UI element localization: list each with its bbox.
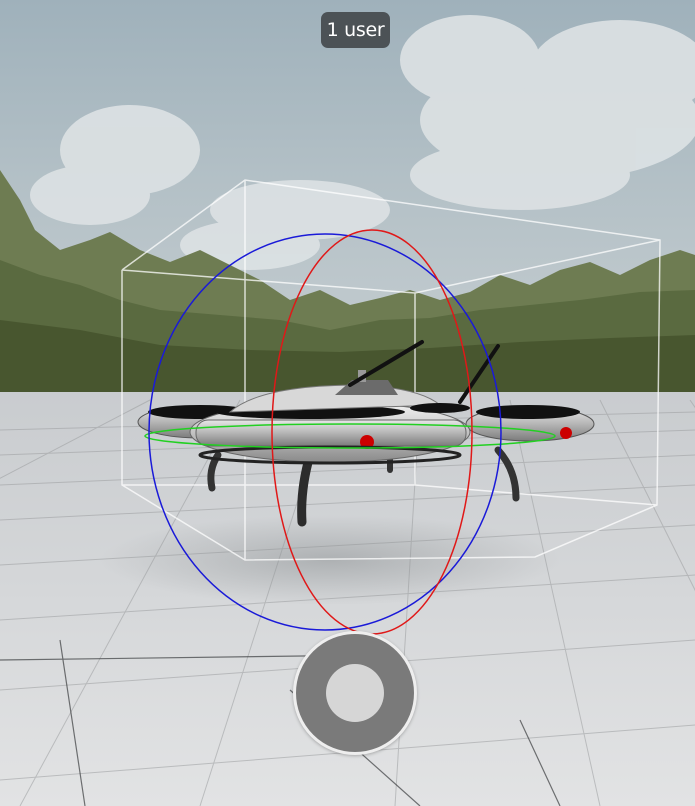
- user-count-badge: 1 user: [321, 12, 390, 48]
- red-light: [560, 427, 572, 439]
- ar-mode-button[interactable]: [293, 631, 417, 755]
- ar-ring-icon: [326, 664, 384, 722]
- drone-shadow: [100, 515, 560, 605]
